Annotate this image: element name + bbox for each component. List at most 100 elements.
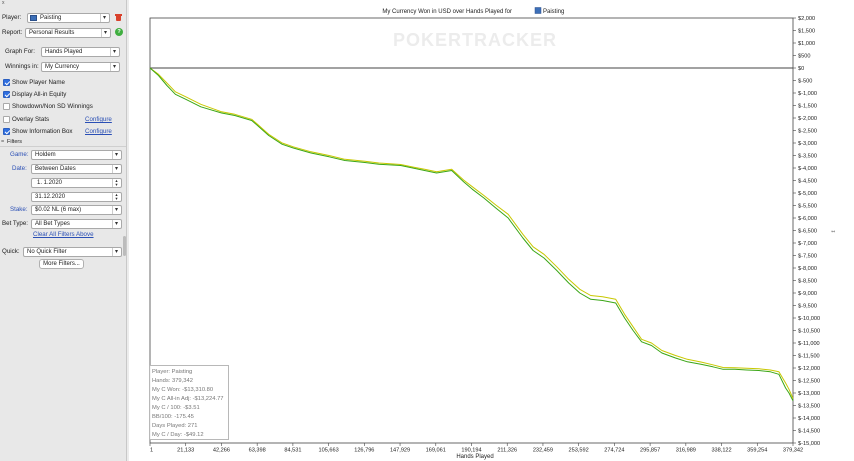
graph-area: POKERTRACKER My Currency Won in USD over… (129, 0, 854, 461)
game-label: Game: (10, 151, 29, 158)
report-label: Report: (2, 29, 23, 36)
quick-filter-value: No Quick Filter (27, 249, 67, 255)
chevron-down-icon: ▾ (112, 248, 120, 256)
x-tick-label: 42,266 (213, 448, 230, 454)
player-select[interactable]: Paisting ▾ (27, 13, 110, 23)
x-tick-label: 211,326 (497, 448, 517, 454)
y-axis: $2,000 $1,500 $1,000 $500 $0 $-500 $-1,000 $-1,… (793, 16, 820, 447)
y-tick-label: $-13,500 (798, 404, 820, 410)
chart-title-player: Paisting (543, 9, 564, 15)
report-select-value: Personal Results (29, 30, 75, 36)
bet-type-label: Bet Type: (2, 220, 29, 227)
showdown-non-sd-checkbox[interactable] (3, 103, 10, 110)
info-box: Player: Paisting Hands: 379,342 My C Won… (149, 365, 229, 440)
help-icon[interactable]: ? (115, 28, 123, 36)
x-tick-label: 190,194 (461, 448, 481, 454)
info-bb-100: BB/100: -175.45 (152, 414, 194, 420)
x-axis: 1 21,133 42,266 63,398 84,531 105,663 126,796 1… (149, 443, 803, 454)
y-tick-label: $-4,000 (798, 166, 817, 172)
filters-collapse-icon[interactable]: = (1, 139, 4, 145)
more-filters-button[interactable]: More Filters... (39, 259, 84, 269)
x-tick-label: 379,342 (783, 448, 803, 454)
chevron-down-icon: ▾ (112, 151, 120, 159)
chevron-down-icon: ▾ (110, 63, 118, 71)
x-tick-label: 63,398 (249, 448, 266, 454)
graph-for-value: Hands Played (45, 49, 83, 55)
winnings-in-select[interactable]: My Currency ▾ (41, 62, 120, 72)
y-tick-label: $-5,000 (798, 191, 817, 197)
panel-scrollbar[interactable] (123, 236, 126, 256)
y-tick-label: $-6,500 (798, 229, 817, 235)
x-tick-label: 338,122 (711, 448, 731, 454)
y-tick-label: $-9,000 (798, 291, 817, 297)
date-select[interactable]: Between Dates ▾ (31, 164, 122, 174)
bet-type-value: All Bet Types (35, 221, 70, 227)
date-value: Between Dates (35, 166, 76, 172)
y-tick-label: $-11,000 (798, 341, 820, 347)
winnings-chart: POKERTRACKER My Currency Won in USD over… (149, 7, 836, 460)
y-tick-label: $-8,500 (798, 279, 817, 285)
x-tick-label: 232,459 (533, 448, 553, 454)
info-player: Player: Paisting (152, 369, 193, 375)
stake-value: $0.02 NL (6 max) (35, 207, 82, 213)
quick-filter-select[interactable]: No Quick Filter ▾ (23, 247, 122, 257)
plot-frame (149, 17, 794, 444)
y-tick-label: $-13,000 (798, 391, 820, 397)
overlay-stats-label: Overlay Stats (12, 116, 50, 123)
y-tick-label: $-14,000 (798, 416, 820, 422)
y-tick-label: $-7,000 (798, 241, 817, 247)
date-to-field[interactable]: 31.12.2020 ▴ ▾ (31, 192, 122, 202)
show-player-name-checkbox[interactable] (3, 79, 10, 86)
y-tick-label: $-3,500 (798, 154, 817, 160)
date-label: Date: (12, 165, 27, 172)
overlay-stats-checkbox[interactable] (3, 116, 10, 123)
overlay-stats-configure-link[interactable]: Configure (85, 116, 112, 123)
display-allin-equity-checkbox[interactable] (3, 91, 10, 98)
chevron-down-icon: ▾ (101, 29, 109, 37)
x-tick-label: 274,724 (604, 448, 624, 454)
y-tick-label: $0 (798, 66, 804, 72)
y-tick-label: $-6,000 (798, 216, 817, 222)
resize-handle-icon[interactable]: ⇿ (831, 229, 836, 235)
info-box-configure-link[interactable]: Configure (85, 128, 112, 135)
date-from-value: 1. 1.2020 (37, 180, 63, 186)
trash-icon[interactable] (115, 13, 122, 22)
y-tick-label: $-4,500 (798, 179, 817, 185)
x-tick-label: 1 (150, 448, 153, 454)
quick-filter-label: Quick: (2, 248, 20, 255)
x-tick-label: 84,531 (284, 448, 301, 454)
clear-all-filters-link[interactable]: Clear All Filters Above (33, 231, 94, 238)
show-info-box-checkbox[interactable] (3, 128, 10, 135)
graph-for-label: Graph For: (5, 48, 35, 55)
y-tick-label: $-10,000 (798, 316, 820, 322)
info-per-day: My C / Day: -$49.12 (152, 432, 204, 438)
y-tick-label: $-15,000 (798, 441, 820, 447)
date-to-value: 31.12.2020 (35, 194, 66, 200)
y-tick-label: $-1,000 (798, 91, 817, 97)
info-per-100: My C / 100: -$3.51 (152, 405, 200, 411)
player-site-icon (534, 7, 542, 14)
y-tick-label: $500 (798, 54, 810, 60)
y-tick-label: $-14,500 (798, 429, 820, 435)
report-select[interactable]: Personal Results ▾ (25, 28, 111, 38)
graph-for-select[interactable]: Hands Played ▾ (41, 47, 120, 57)
y-tick-label: $-5,500 (798, 204, 817, 210)
bet-type-select[interactable]: All Bet Types ▾ (31, 219, 122, 229)
x-tick-label: 169,061 (426, 448, 446, 454)
stake-select[interactable]: $0.02 NL (6 max) ▾ (31, 205, 122, 215)
show-info-box-label: Show Information Box (12, 128, 73, 135)
info-hands: Hands: 379,342 (152, 378, 193, 384)
info-won: My C Won: -$13,310.80 (152, 387, 214, 393)
x-tick-label: 147,929 (390, 448, 410, 454)
graph-settings-panel: x Player: Paisting ▾ Report: Personal Re… (0, 0, 127, 461)
y-tick-label: $-11,500 (798, 354, 820, 360)
player-label: Player: (2, 14, 22, 21)
display-allin-equity-label: Display All-in Equity (12, 91, 67, 98)
stepper-icon[interactable]: ▴ ▾ (112, 179, 120, 187)
game-select[interactable]: Holdem ▾ (31, 150, 122, 160)
winnings-in-value: My Currency (45, 64, 80, 70)
chevron-down-icon: ▾ (112, 220, 120, 228)
y-tick-label: $-7,500 (798, 254, 817, 260)
date-from-field[interactable]: 1. 1.2020 ▴ ▾ (31, 178, 122, 188)
stepper-icon[interactable]: ▴ ▾ (112, 193, 120, 201)
